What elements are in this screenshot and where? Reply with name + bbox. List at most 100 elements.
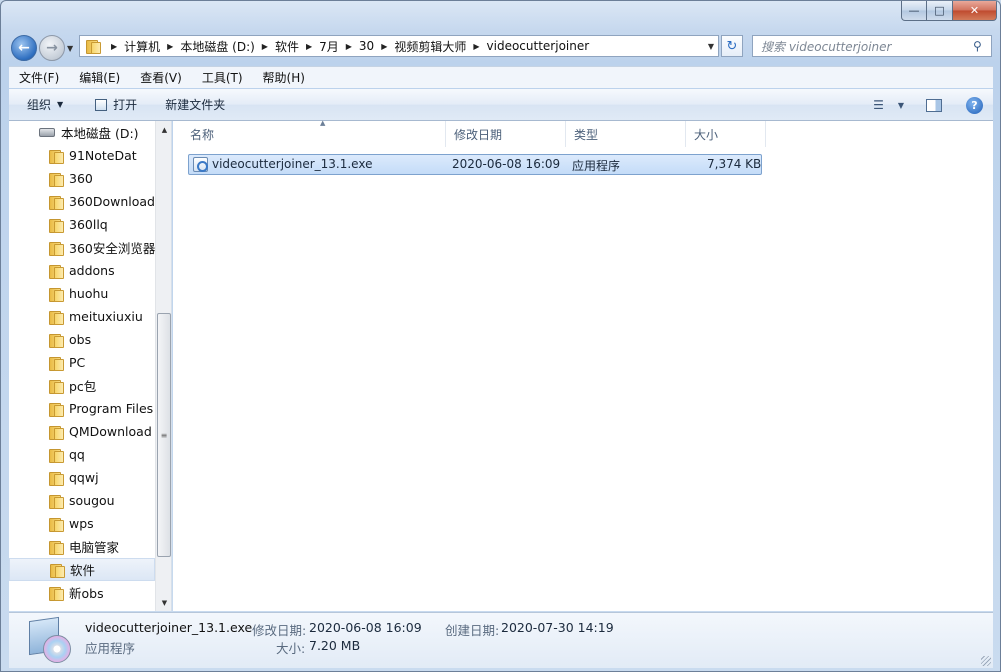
- file-modified: 2020-06-08 16:09: [452, 157, 561, 171]
- column-header-modified[interactable]: 修改日期: [446, 121, 566, 147]
- nav-scrollbar[interactable]: ▲ ≡ ▼: [155, 121, 171, 611]
- breadcrumb-software[interactable]: 软件: [275, 38, 299, 55]
- preview-pane-button[interactable]: [926, 93, 942, 117]
- details-file-type: 应用程序: [85, 641, 136, 656]
- tree-item-label: pc包: [69, 379, 97, 394]
- application-icon: [193, 157, 208, 172]
- menu-help[interactable]: 帮助(H): [253, 69, 315, 86]
- tree-item-folder[interactable]: 360: [9, 167, 155, 190]
- breadcrumb-july[interactable]: 7月: [319, 38, 339, 55]
- view-list-icon: ☰: [873, 98, 884, 112]
- refresh-button[interactable]: ↻: [721, 35, 743, 57]
- resize-grip[interactable]: [981, 656, 991, 666]
- tree-item-folder[interactable]: 新obs: [9, 581, 155, 604]
- organize-label: 组织: [27, 98, 52, 112]
- chevron-right-icon[interactable]: ▶: [306, 42, 312, 51]
- tree-item-folder[interactable]: addons: [9, 259, 155, 282]
- tree-item-folder[interactable]: wps: [9, 512, 155, 535]
- tree-item-folder[interactable]: 360安全浏览器下载: [9, 236, 155, 259]
- close-button[interactable]: ✕: [953, 1, 997, 21]
- tree-item-folder[interactable]: PC: [9, 351, 155, 374]
- details-pane: videocutterjoiner_13.1.exe 应用程序 修改日期: 20…: [9, 612, 993, 668]
- chevron-right-icon[interactable]: ▶: [262, 42, 268, 51]
- file-row[interactable]: videocutterjoiner_13.1.exe 2020-06-08 16…: [188, 154, 762, 175]
- column-header-type[interactable]: 类型: [566, 121, 686, 147]
- tree-item-folder[interactable]: 软件: [9, 558, 155, 581]
- search-box[interactable]: 搜索 videocutterjoiner ⚲: [752, 35, 992, 57]
- folder-icon: [49, 149, 64, 164]
- file-list-pane: 名称 ▲ 修改日期 类型 大小 videocutterjoiner_13.1.e…: [173, 119, 993, 611]
- chevron-right-icon[interactable]: ▶: [346, 42, 352, 51]
- folder-icon: [49, 287, 64, 302]
- new-folder-button[interactable]: 新建文件夹: [155, 93, 235, 117]
- scroll-down-arrow[interactable]: ▼: [156, 594, 171, 611]
- tree-item-folder[interactable]: sougou: [9, 489, 155, 512]
- tree-item-label: 360Downloads: [69, 194, 155, 209]
- details-size-label: 大小:: [276, 641, 306, 656]
- search-icon[interactable]: ⚲: [973, 39, 991, 53]
- tree-item-folder[interactable]: 电脑管家: [9, 535, 155, 558]
- breadcrumb-video-editor[interactable]: 视频剪辑大师: [394, 38, 466, 55]
- refresh-icon: ↻: [726, 38, 738, 54]
- tree-item-folder[interactable]: Program Files: [9, 397, 155, 420]
- breadcrumb-computer[interactable]: 计算机: [124, 38, 160, 55]
- tree-item-label: 360llq: [69, 217, 108, 232]
- search-input[interactable]: 搜索 videocutterjoiner: [753, 38, 973, 55]
- menu-view[interactable]: 查看(V): [130, 69, 192, 86]
- breadcrumb-current-folder[interactable]: videocutterjoiner: [487, 39, 590, 53]
- tree-item-folder[interactable]: QMDownload: [9, 420, 155, 443]
- details-created-label: 创建日期:: [445, 623, 500, 638]
- tree-item-folder[interactable]: 360Downloads: [9, 190, 155, 213]
- tree-item-folder[interactable]: obs: [9, 328, 155, 351]
- tree-item-folder[interactable]: 91NoteDat: [9, 144, 155, 167]
- menu-bar: 文件(F) 编辑(E) 查看(V) 工具(T) 帮助(H): [9, 66, 993, 88]
- breadcrumb-drive-d[interactable]: 本地磁盘 (D:): [180, 38, 254, 55]
- tree-item-folder[interactable]: huohu: [9, 282, 155, 305]
- tree-item-folder[interactable]: 360llq: [9, 213, 155, 236]
- navigation-pane: 本地磁盘 (D:) 91NoteDat 360 360Downloads 360llq…: [9, 121, 172, 611]
- organize-button[interactable]: 组织 ▼: [9, 93, 73, 117]
- tree-item-label: 电脑管家: [69, 540, 120, 555]
- column-header-size[interactable]: 大小: [686, 121, 766, 147]
- details-modified-value: 2020-06-08 16:09: [309, 620, 422, 635]
- maximize-button[interactable]: □: [927, 1, 953, 21]
- chevron-right-icon[interactable]: ▶: [167, 42, 173, 51]
- caption-buttons: — □ ✕: [901, 1, 997, 21]
- file-size: 7,374 KB: [707, 157, 762, 171]
- details-created-value: 2020-07-30 14:19: [501, 620, 614, 635]
- file-type: 应用程序: [572, 159, 621, 173]
- new-folder-label: 新建文件夹: [165, 98, 226, 112]
- tree-item-drive-d[interactable]: 本地磁盘 (D:): [9, 121, 155, 144]
- folder-icon: [49, 448, 64, 463]
- help-button[interactable]: ?: [966, 93, 983, 117]
- column-header-name[interactable]: 名称 ▲: [182, 119, 446, 147]
- back-button[interactable]: ←: [11, 35, 37, 61]
- tree-item-label: 91NoteDat: [69, 148, 137, 163]
- menu-edit[interactable]: 编辑(E): [69, 69, 130, 86]
- breadcrumb-30[interactable]: 30: [359, 39, 374, 53]
- open-button[interactable]: 打开: [85, 93, 147, 117]
- tree-item-folder[interactable]: pc包: [9, 374, 155, 397]
- forward-button[interactable]: →: [39, 35, 65, 61]
- scrollbar-thumb[interactable]: ≡: [157, 313, 171, 557]
- folder-icon: [49, 517, 64, 532]
- chevron-right-icon[interactable]: ▶: [473, 42, 479, 51]
- tree-item-folder[interactable]: meituxiuxiu: [9, 305, 155, 328]
- address-bar[interactable]: ▶ 计算机 ▶ 本地磁盘 (D:) ▶ 软件 ▶ 7月 ▶ 30 ▶ 视频剪辑大…: [79, 35, 719, 57]
- recent-pages-dropdown[interactable]: ▼: [67, 44, 73, 53]
- tree-item-folder[interactable]: qqwj: [9, 466, 155, 489]
- chevron-right-icon[interactable]: ▶: [381, 42, 387, 51]
- file-name[interactable]: videocutterjoiner_13.1.exe: [212, 157, 372, 171]
- menu-tools[interactable]: 工具(T): [192, 69, 253, 86]
- menu-file[interactable]: 文件(F): [9, 69, 69, 86]
- scroll-up-arrow[interactable]: ▲: [156, 121, 171, 138]
- chevron-down-icon[interactable]: ▼: [708, 42, 714, 51]
- tree-item-label: qqwj: [69, 470, 99, 485]
- details-modified-label: 修改日期:: [252, 623, 307, 638]
- minimize-button[interactable]: —: [901, 1, 927, 21]
- arrow-right-icon: →: [46, 40, 58, 56]
- chevron-right-icon[interactable]: ▶: [111, 42, 117, 51]
- folder-icon: [49, 172, 64, 187]
- tree-item-folder[interactable]: qq: [9, 443, 155, 466]
- change-view-button[interactable]: ☰ ▼: [873, 93, 904, 117]
